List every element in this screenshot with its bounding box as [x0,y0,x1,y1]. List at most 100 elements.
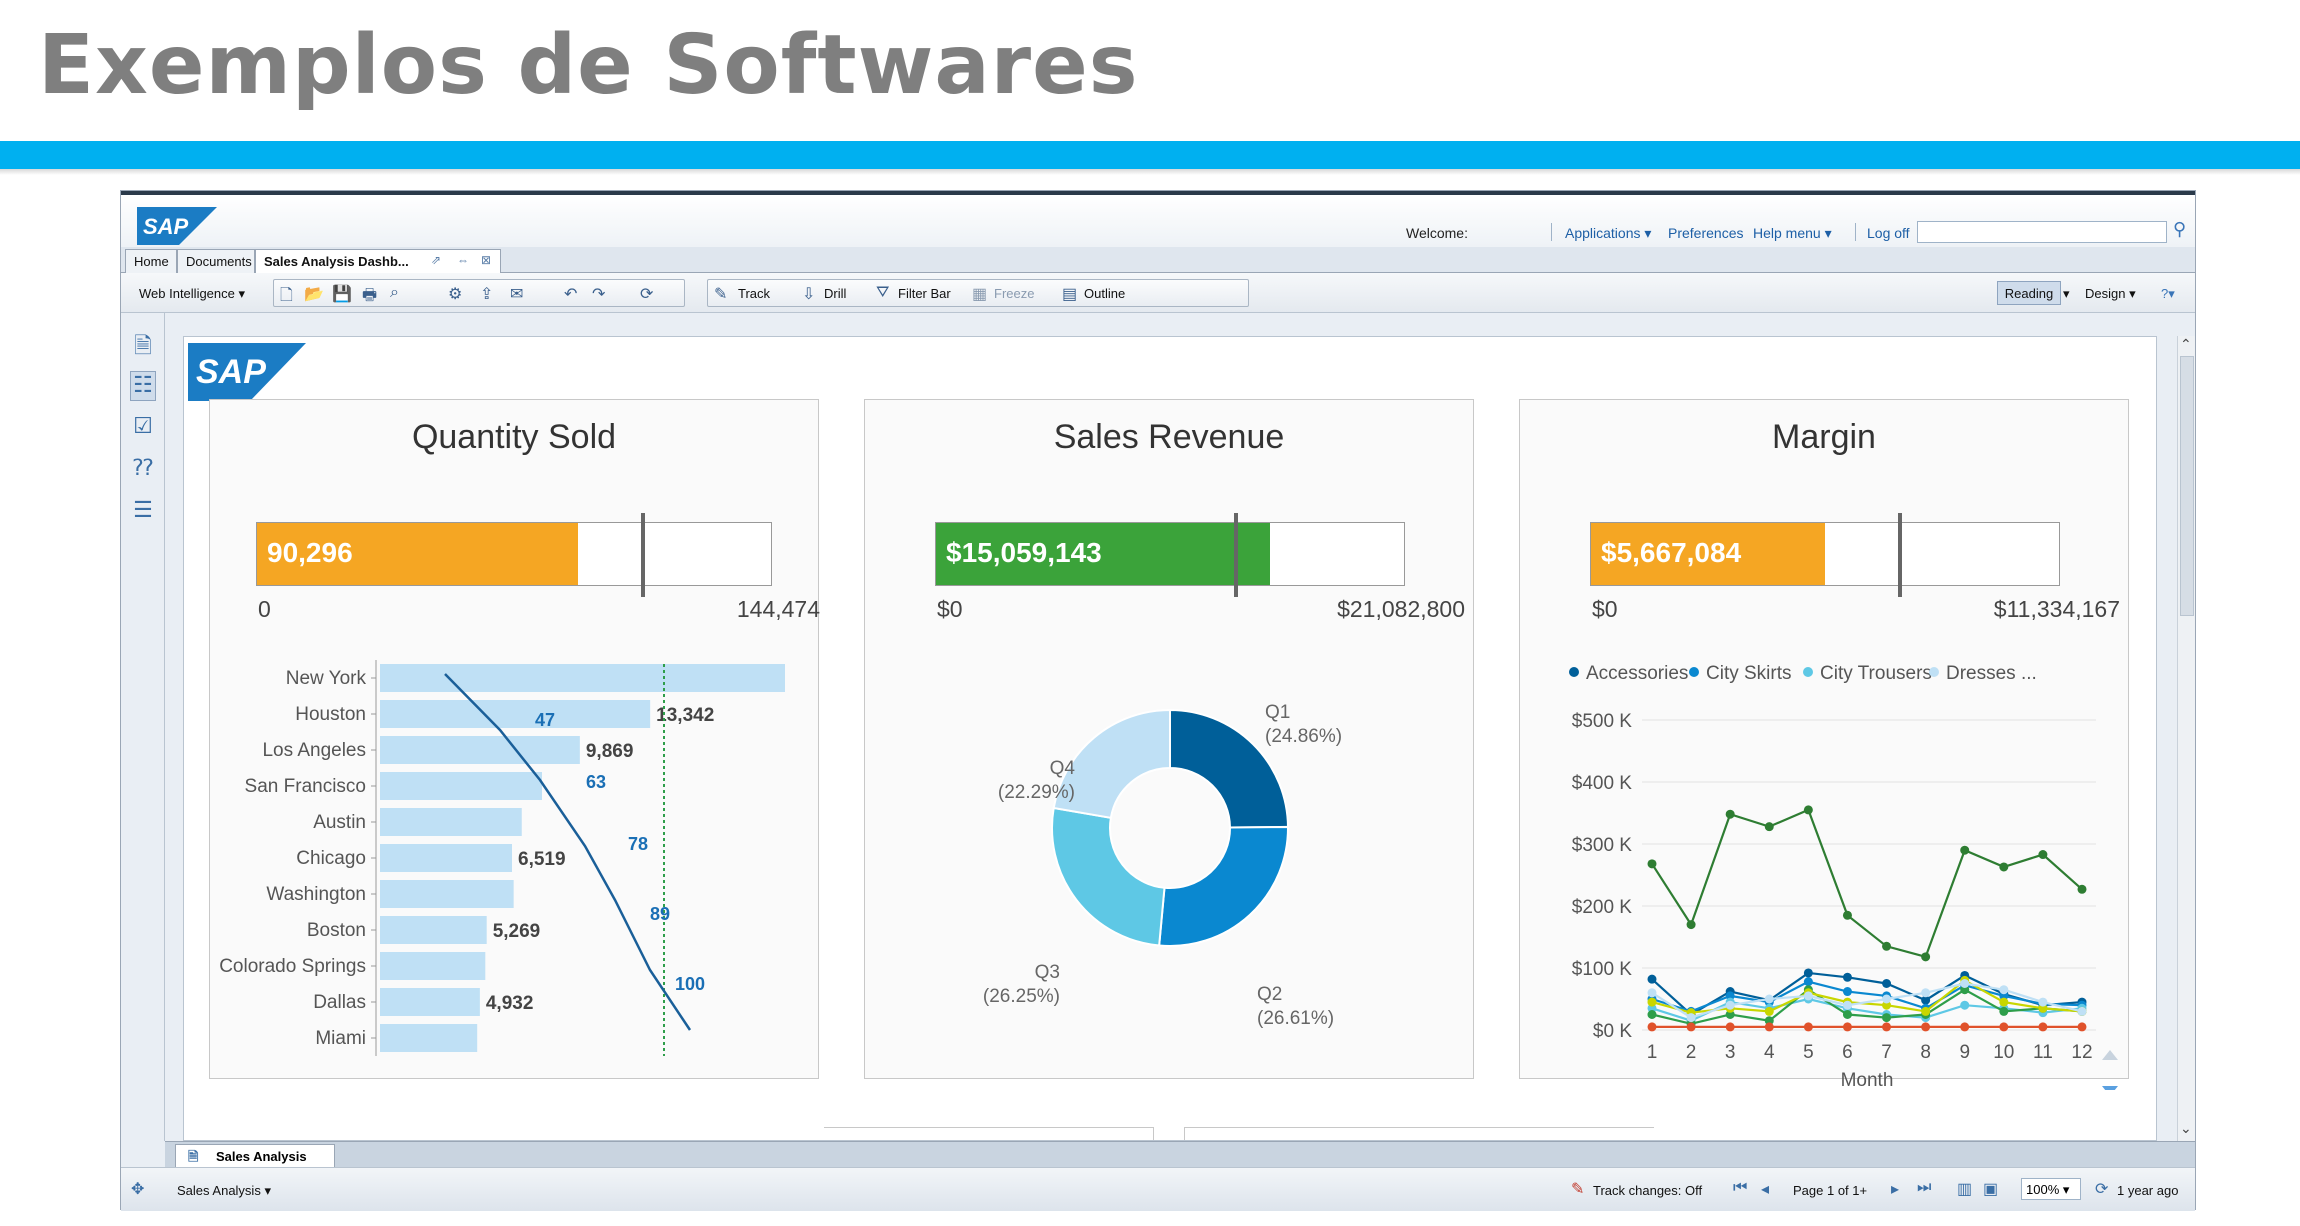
input-controls-icon[interactable]: ☑ [130,413,156,443]
legend-marker [1689,667,1699,677]
cumulative-label: 63 [586,772,606,792]
sap-logo-small: SAP [137,207,217,245]
document-name-menu[interactable]: Sales Analysis ▾ [177,1183,271,1199]
x-tick-label: 3 [1725,1042,1736,1063]
reading-dropdown-caret[interactable]: ▾ [2063,286,2070,302]
x-tick-label: 5 [1803,1042,1814,1063]
bar-category-label: Miami [315,1028,366,1049]
legend-label: Accessories [1586,663,1688,684]
track-changes-status[interactable]: Track changes: Off [1593,1183,1702,1198]
bi-application-window: SAP Welcome: Applications ▾ Preferences … [120,190,2196,1211]
quantity-max: 144,474 [736,596,820,622]
x-axis-title: Month [1841,1070,1894,1090]
properties-icon[interactable]: ⚙ [448,284,462,304]
tab-home[interactable]: Home [125,249,177,273]
y-tick-label: $500 K [1572,711,1633,732]
refresh-icon[interactable]: ⟳ [640,284,653,304]
close-icon[interactable]: ⊠ [481,253,491,267]
series-point [1999,1022,2009,1032]
y-tick-label: $100 K [1572,959,1633,980]
margin-max: $11,334,167 [1993,596,2120,622]
slide-shadow [0,169,2300,175]
save-icon[interactable]: 💾 [332,284,352,304]
scroll-up-icon[interactable]: ⌃ [2180,336,2192,353]
bar [380,1024,478,1052]
series-point [1686,1013,1696,1023]
pin-icon[interactable]: ⇗ [431,253,441,267]
track-button[interactable]: Track [738,286,770,301]
series-point [1842,910,1852,920]
design-mode-button[interactable]: Design ▾ [2085,286,2136,302]
undo-icon[interactable]: ↶ [564,284,577,304]
applications-label: Applications [1565,225,1641,241]
donut-percent-label: (26.25%) [983,986,1060,1007]
find-icon[interactable]: ⌕ [390,284,399,302]
legend-marker [1929,667,1939,677]
outline-button[interactable]: Outline [1084,286,1125,301]
search-icon[interactable]: ⚲ [2173,219,2186,240]
page-indicator[interactable]: Page 1 of 1+ [1793,1183,1867,1198]
search-input[interactable] [1917,221,2167,243]
series-point [1686,920,1696,930]
y-tick-label: $400 K [1572,773,1633,794]
donut-category-label: Q1 [1265,702,1290,723]
help-menu-label: Help menu [1753,225,1821,241]
series-point [1921,1022,1931,1032]
revenue-target-marker [1233,513,1238,597]
quick-display-icon[interactable]: ▣ [1983,1179,1998,1199]
help-menu[interactable]: Help menu ▾ [1753,225,1832,242]
chevron-down-icon: ▾ [238,286,246,301]
y-tick-label: $300 K [1572,835,1633,856]
series-point [1960,979,1970,988]
scroll-thumb[interactable] [2180,356,2194,616]
report-tabs: 🗎 Sales Analysis [165,1141,2195,1168]
comments-icon[interactable]: ☰ [130,497,156,527]
export-icon[interactable]: ⇪ [480,284,493,304]
web-intelligence-menu[interactable]: Web Intelligence ▾ [139,286,245,302]
freeze-button[interactable]: Freeze [994,286,1034,301]
x-tick-label: 11 [2033,1042,2053,1063]
zoom-select[interactable]: 100% ▾ [2021,1178,2081,1200]
reading-mode-button[interactable]: Reading [1997,281,2061,305]
revenue-min: $0 [937,596,963,622]
page-mode-icon[interactable]: ▥ [1957,1179,1972,1199]
print-icon[interactable]: 🖶 [362,284,377,311]
redo-icon[interactable]: ↷ [592,284,605,304]
new-document-icon[interactable]: 🗋 [280,284,293,311]
user-prompt-icon[interactable]: ⁇ [130,455,156,485]
drill-button[interactable]: Drill [824,286,846,301]
x-tick-label: 7 [1881,1042,1892,1063]
log-off-link[interactable]: Log off [1867,225,1910,241]
help-icon[interactable]: ?▾ [2161,286,2175,302]
bar [380,880,514,908]
report-tab-sales-analysis[interactable]: 🗎 Sales Analysis [175,1144,335,1168]
preferences-link[interactable]: Preferences [1668,225,1743,241]
bar-value-label: 6,519 [518,849,566,870]
bar-category-label: Dallas [313,992,366,1013]
document-structure-icon[interactable]: ✥ [131,1179,144,1199]
navigation-map-icon[interactable]: ☷ [130,371,156,401]
vertical-scrollbar[interactable]: ⌃ ⌄ [2177,336,2195,1141]
document-summary-icon[interactable]: 🗎 [130,329,156,359]
y-tick-label: $0 K [1593,1021,1632,1042]
scroll-down-icon[interactable]: ⌄ [2180,1120,2192,1137]
next-page-icon[interactable]: ▸ [1891,1179,1899,1199]
applications-menu[interactable]: Applications ▾ [1565,225,1651,242]
filter-bar-button[interactable]: Filter Bar [898,286,951,301]
series-point [2077,1006,2087,1016]
legend-marker [1803,667,1813,677]
report-canvas: SAP Quantity Sold 90,296 0 144,474 New Y… [183,336,2157,1141]
web-intelligence-label: Web Intelligence [139,286,235,301]
chevron-down-icon: ▾ [2062,1182,2070,1197]
restore-icon[interactable]: ⇔ [457,253,469,267]
hidden-panel-edge [824,1127,1154,1140]
status-bar: ✥ Sales Analysis ▾ ✎ Track changes: Off … [121,1167,2195,1211]
previous-page-icon[interactable]: ◂ [1761,1179,1769,1199]
email-icon[interactable]: ✉ [510,284,523,304]
x-tick-label: 4 [1764,1042,1775,1063]
document-tabs: Home Documents Sales Analysis Dashb... ⇗… [121,247,2195,273]
first-page-icon[interactable]: ⏮ [1733,1179,1747,1197]
tab-documents[interactable]: Documents [177,249,255,273]
last-page-icon[interactable]: ⏭ [1917,1179,1931,1197]
open-folder-icon[interactable]: 📂 [304,284,324,304]
